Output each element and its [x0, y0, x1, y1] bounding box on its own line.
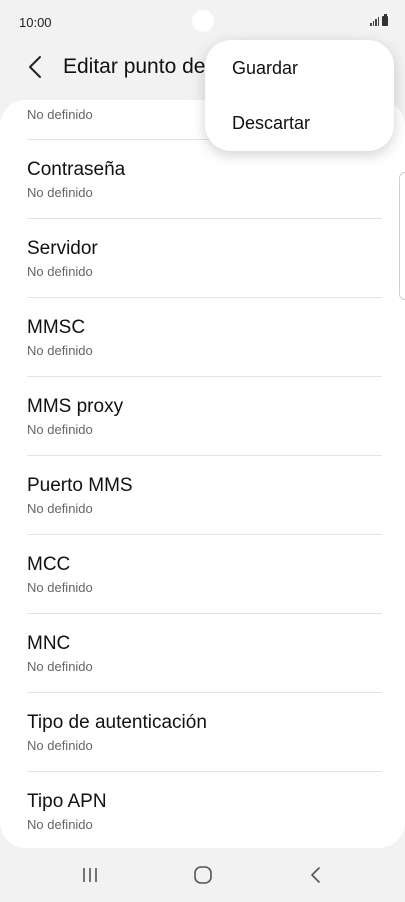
- list-item-title: MMS proxy: [27, 396, 124, 417]
- signal-icon: [370, 17, 379, 26]
- home-button[interactable]: [181, 860, 225, 890]
- list-item-value: No definido: [27, 738, 93, 753]
- list-item-value: No definido: [27, 185, 93, 200]
- menu-item-guardar[interactable]: Guardar: [205, 44, 394, 94]
- menu-item-descartar[interactable]: Descartar: [205, 99, 394, 149]
- status-time: 10:00: [19, 15, 52, 30]
- list-item-mmsc[interactable]: MMSC No definido: [0, 298, 405, 376]
- list-item-tipo-apn[interactable]: Tipo APN No definido: [0, 772, 405, 848]
- back-button[interactable]: [20, 50, 50, 84]
- list-item-value: No definido: [27, 817, 93, 832]
- list-item-servidor[interactable]: Servidor No definido: [0, 219, 405, 297]
- recent-apps-icon: [83, 868, 97, 882]
- list-item-value: No definido: [27, 580, 93, 595]
- nav-back-icon: [311, 867, 320, 883]
- list-item-title: MNC: [27, 633, 71, 654]
- list-item-value: No definido: [27, 343, 93, 358]
- status-bar: 10:00: [0, 0, 405, 40]
- list-item-puerto-mms[interactable]: Puerto MMS No definido: [0, 456, 405, 534]
- list-item-value: No definido: [27, 107, 93, 122]
- list-item-contrasena[interactable]: Contraseña No definido: [0, 140, 405, 218]
- list-item-title: Puerto MMS: [27, 475, 133, 496]
- settings-list: No definido Contraseña No definido Servi…: [0, 100, 405, 848]
- list-item-mcc[interactable]: MCC No definido: [0, 535, 405, 613]
- list-item-value: No definido: [27, 659, 93, 674]
- menu-item-label: Guardar: [232, 58, 299, 78]
- menu-item-label: Descartar: [232, 113, 311, 133]
- home-icon: [194, 866, 212, 884]
- list-item-mms-proxy[interactable]: MMS proxy No definido: [0, 377, 405, 455]
- overflow-menu: Guardar Descartar: [205, 40, 394, 151]
- list-item-value: No definido: [27, 264, 93, 279]
- chevron-left-icon: [29, 56, 41, 78]
- list-item-mnc[interactable]: MNC No definido: [0, 614, 405, 692]
- page-title: Editar punto de: [63, 55, 206, 78]
- list-item-title: Tipo APN: [27, 791, 107, 812]
- recent-apps-button[interactable]: [68, 860, 112, 890]
- navigation-bar: [0, 848, 405, 902]
- list-item-title: MCC: [27, 554, 71, 575]
- list-item-title: Tipo de autenticación: [27, 712, 207, 733]
- list-item-title: Contraseña: [27, 159, 126, 180]
- list-item-value: No definido: [27, 501, 93, 516]
- scrollbar[interactable]: [399, 172, 405, 300]
- list-item-tipo-autenticacion[interactable]: Tipo de autenticación No definido: [0, 693, 405, 771]
- camera-cutout: [192, 10, 214, 32]
- battery-icon: [382, 14, 388, 26]
- nav-back-button[interactable]: [294, 860, 338, 890]
- list-item-title: Servidor: [27, 238, 98, 259]
- status-icons: [370, 14, 388, 26]
- list-item-title: MMSC: [27, 317, 86, 338]
- list-item-value: No definido: [27, 422, 93, 437]
